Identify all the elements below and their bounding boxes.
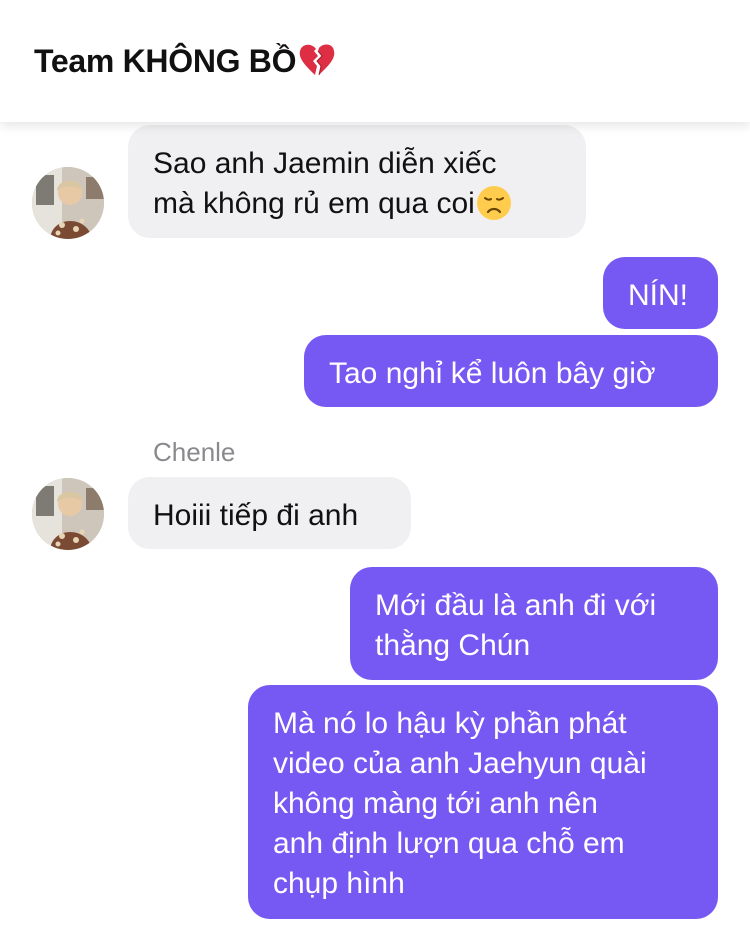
- disappointed-face-icon: [476, 185, 512, 221]
- avatar[interactable]: [32, 478, 104, 550]
- message-line: Hoiii tiếp đi anh: [153, 499, 359, 532]
- chat-screen: Team KHÔNG BỒ Sao anh Jaemin diễn xiếc m…: [0, 0, 750, 934]
- sender-name: Chenle: [153, 437, 236, 467]
- message-bubble[interactable]: Hoiii tiếp đi anh: [128, 477, 411, 549]
- message-bubble[interactable]: Tao nghỉ kể luôn bây giờ: [304, 335, 718, 407]
- message-line: Tao nghỉ kể luôn bây giờ: [329, 357, 656, 390]
- message-bubble[interactable]: NÍN!: [603, 257, 718, 329]
- message-line: Mà nó lo hậu kỳ phần phát: [273, 707, 627, 740]
- message-line: mà không rủ em qua coi: [153, 184, 561, 224]
- message-line: NÍN!: [628, 279, 688, 312]
- avatar[interactable]: [32, 167, 104, 239]
- message-bubble[interactable]: Mới đầu là anh đi với thằng Chún: [350, 567, 718, 680]
- message-line: Sao anh Jaemin diễn xiếc: [153, 147, 497, 180]
- message-line: không màng tới anh nên: [273, 787, 598, 820]
- chat-title-text: Team KHÔNG BỒ: [34, 43, 297, 79]
- chat-header: Team KHÔNG BỒ: [0, 0, 750, 122]
- message-bubble[interactable]: Mà nó lo hậu kỳ phần phát video của anh …: [248, 685, 718, 919]
- broken-heart-icon: [298, 42, 336, 78]
- message-line: Mới đầu là anh đi với: [375, 589, 657, 622]
- message-line: video của anh Jaehyun quài: [273, 747, 647, 780]
- message-bubble[interactable]: Sao anh Jaemin diễn xiếc mà không rủ em …: [128, 125, 586, 238]
- chat-title[interactable]: Team KHÔNG BỒ: [34, 42, 336, 80]
- message-line: anh định lượn qua chỗ em: [273, 827, 625, 860]
- message-line: chụp hình: [273, 867, 405, 900]
- message-line: thằng Chún: [375, 629, 531, 662]
